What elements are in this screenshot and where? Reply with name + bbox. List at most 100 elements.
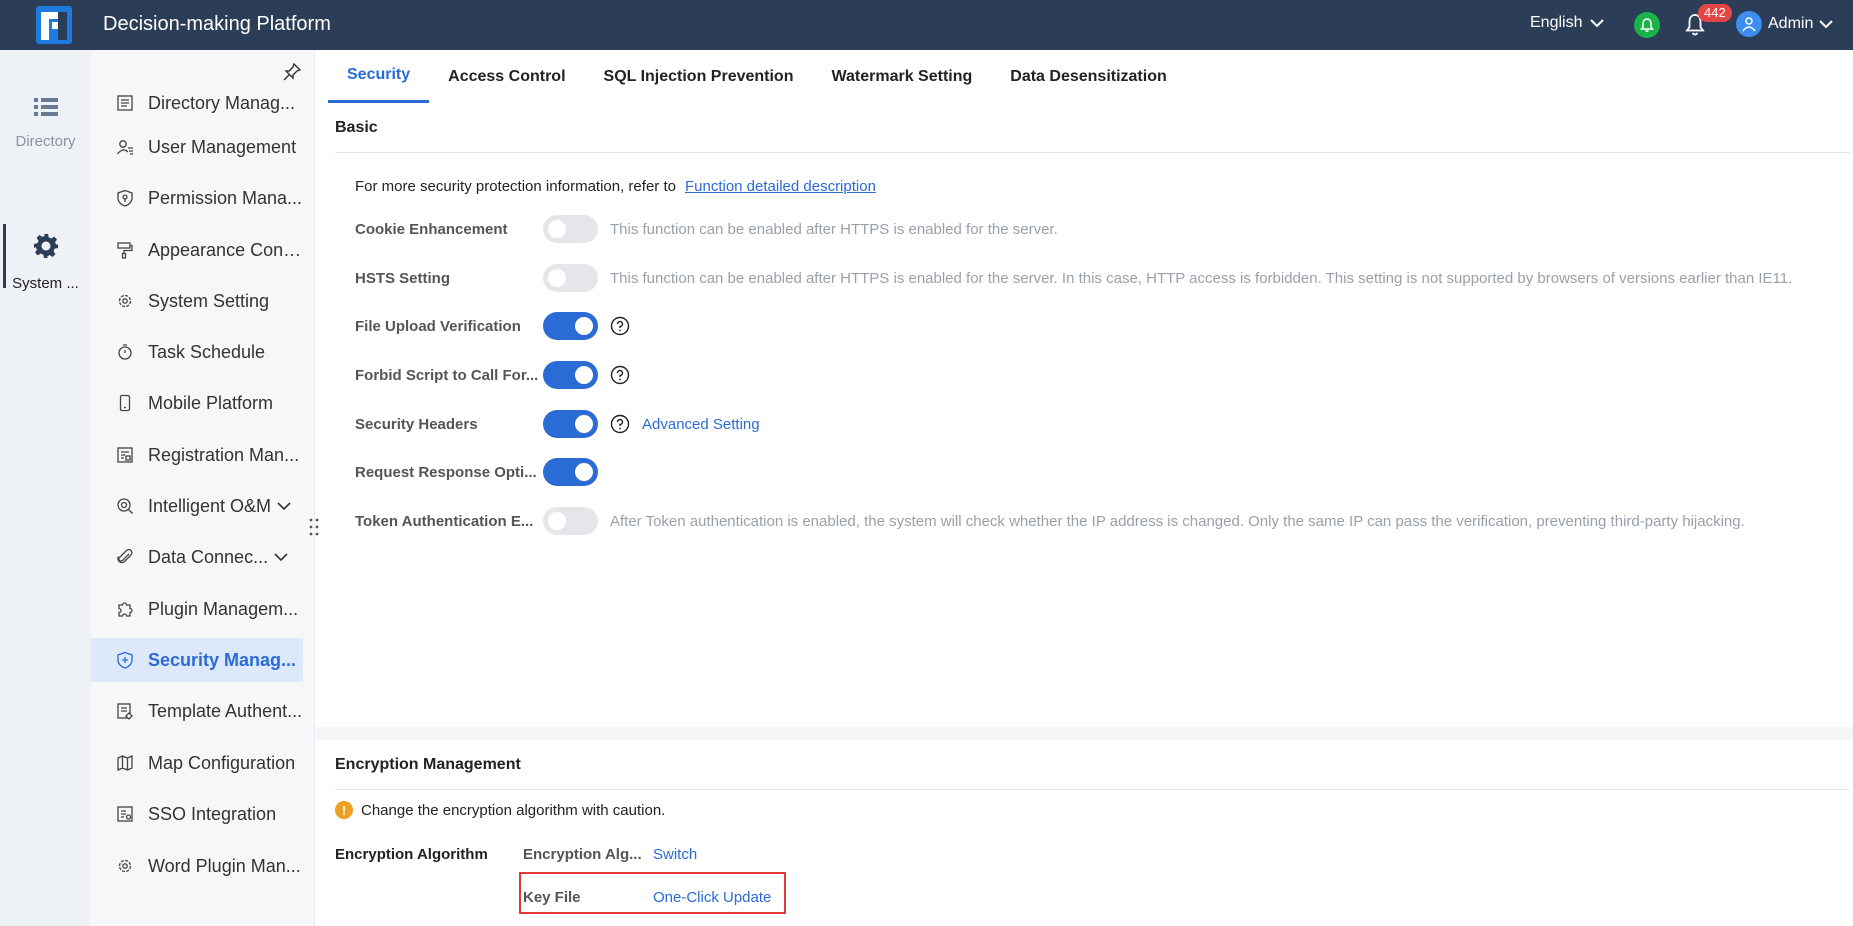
token-authentication-toggle[interactable] <box>543 507 598 535</box>
tab-data-desensitization[interactable]: Data Desensitization <box>991 50 1185 103</box>
sidebar-item-label: Task Schedule <box>148 341 266 362</box>
sidebar-item-label: Registration Man... <box>148 444 300 465</box>
language-selector[interactable]: English <box>1530 14 1605 32</box>
chevron-down-icon <box>277 501 291 510</box>
om-icon <box>117 498 133 514</box>
paperclip-icon <box>117 548 133 564</box>
sidebar-item-label: Security Manag... <box>148 649 297 670</box>
app-title: Decision-making Platform <box>103 13 331 35</box>
language-label: English <box>1530 14 1583 31</box>
sidebar-item-mobile-platform[interactable]: Mobile Platform <box>91 381 303 425</box>
sidebar-item-label: Mobile Platform <box>148 392 274 413</box>
gear-icon <box>118 294 132 308</box>
map-icon <box>117 754 133 772</box>
rail-item-directory[interactable]: Directory <box>0 96 91 150</box>
sidebar-item-label: Data Connec... <box>148 546 269 567</box>
sidebar-item-task-schedule[interactable]: Task Schedule <box>91 330 303 374</box>
bell-outline-icon <box>1640 18 1654 32</box>
user-name: Admin <box>1768 15 1814 32</box>
encryption-algorithm-label: Encryption Algorithm <box>335 846 488 863</box>
sidebar-item-appearance-configuration[interactable]: Appearance Conf... <box>91 228 303 272</box>
sidebar-item-plugin-management[interactable]: Plugin Managem... <box>91 587 303 631</box>
setting-row-cookie-enhancement: Cookie Enhancement This function can be … <box>355 214 1058 244</box>
avatar <box>1736 11 1762 37</box>
pin-icon[interactable] <box>282 62 302 82</box>
forbid-script-toggle[interactable] <box>543 361 598 389</box>
sidebar-item-word-plugin-management[interactable]: Word Plugin Man... <box>91 844 303 888</box>
sidebar-item-label: System Setting <box>148 290 270 311</box>
section-title-basic: Basic <box>335 119 378 136</box>
file-upload-verification-toggle[interactable] <box>543 312 598 340</box>
encryption-algorithm-row: Encryption Alg... Switch <box>523 846 697 863</box>
sidebar-item-intelligent-om[interactable]: Intelligent O&M <box>91 484 303 528</box>
puzzle-icon <box>118 602 133 617</box>
switch-link[interactable]: Switch <box>653 846 697 863</box>
setting-label: Forbid Script to Call For... <box>355 366 539 384</box>
section-separator <box>316 727 1853 740</box>
rail-item-system[interactable]: System ... <box>0 224 91 292</box>
setting-row-security-headers: Security Headers Advanced Setting <box>355 409 760 439</box>
sidebar-item-label: SSO Integration <box>148 803 277 824</box>
message-icon[interactable] <box>1634 12 1660 38</box>
setting-row-file-upload-verification: File Upload Verification <box>355 311 630 341</box>
user-menu[interactable]: Admin <box>1736 11 1834 37</box>
advanced-setting-link[interactable]: Advanced Setting <box>642 416 760 433</box>
setting-description: After Token authentication is enabled, t… <box>610 512 1745 530</box>
setting-description: This function can be enabled after HTTPS… <box>610 269 1793 287</box>
sso-icon <box>117 806 133 822</box>
help-circle-icon[interactable] <box>610 365 630 385</box>
setting-row-forbid-script: Forbid Script to Call For... <box>355 360 630 390</box>
setting-description: This function can be enabled after HTTPS… <box>610 220 1058 238</box>
security-info-line: For more security protection information… <box>355 178 876 195</box>
chevron-down-icon <box>1819 19 1834 28</box>
module-rail: Directory System ... <box>0 50 91 926</box>
sidebar-item-map-configuration[interactable]: Map Configuration <box>91 741 303 785</box>
list-icon <box>33 98 58 116</box>
sidebar-item-security-management[interactable]: Security Manag... <box>91 638 303 682</box>
template-icon <box>117 703 133 720</box>
setting-label: File Upload Verification <box>355 317 521 335</box>
sidebar-item-directory-management[interactable]: Directory Manag... <box>91 81 303 125</box>
security-headers-toggle[interactable] <box>543 410 598 438</box>
sidebar-item-template-authentication[interactable]: Template Authent... <box>91 689 303 733</box>
encryption-warning: ! Change the encryption algorithm with c… <box>335 801 665 819</box>
setting-label: Request Response Opti... <box>355 463 537 481</box>
sidebar-item-user-management[interactable]: User Management <box>91 125 303 169</box>
tab-watermark-setting[interactable]: Watermark Setting <box>812 50 991 103</box>
sidebar-item-data-connection[interactable]: Data Connec... <box>91 535 303 579</box>
setting-label: HSTS Setting <box>355 269 451 287</box>
request-response-toggle[interactable] <box>543 458 598 486</box>
user-icon <box>1742 17 1756 32</box>
tab-sql-injection-prevention[interactable]: SQL Injection Prevention <box>585 50 813 103</box>
gear-icon <box>118 859 132 873</box>
tab-access-control[interactable]: Access Control <box>429 50 584 103</box>
sidebar-item-label: Intelligent O&M <box>148 495 272 516</box>
sidebar-item-system-setting[interactable]: System Setting <box>91 279 303 323</box>
resize-handle-icon[interactable] <box>309 517 319 537</box>
management-sidebar: Directory Manag... User Management Permi… <box>91 50 319 926</box>
shield-plus-icon <box>117 651 133 669</box>
warning-text: Change the encryption algorithm with cau… <box>361 801 666 819</box>
hsts-setting-toggle[interactable] <box>543 264 598 292</box>
help-circle-icon[interactable] <box>610 316 630 336</box>
setting-label: Cookie Enhancement <box>355 220 508 238</box>
sidebar-item-registration-management[interactable]: Registration Man... <box>91 433 303 477</box>
sidebar-item-label: Template Authent... <box>148 700 303 721</box>
user-icon <box>116 140 133 155</box>
chevron-down-icon <box>274 552 288 561</box>
tab-security[interactable]: Security <box>328 50 430 103</box>
sidebar-item-permission-management[interactable]: Permission Mana... <box>91 176 303 220</box>
sidebar-item-label: Directory Manag... <box>148 92 296 113</box>
divider <box>335 152 1850 153</box>
sidebar-item-label: Permission Mana... <box>148 187 303 208</box>
sidebar-item-sso-integration[interactable]: SSO Integration <box>91 792 303 836</box>
document-icon <box>117 95 133 111</box>
help-circle-icon[interactable] <box>610 414 630 434</box>
tab-bar: Security Access Control SQL Injection Pr… <box>328 50 1186 103</box>
setting-row-token-authentication: Token Authentication E... After Token au… <box>355 506 1745 536</box>
function-description-link[interactable]: Function detailed description <box>685 178 876 195</box>
divider <box>335 789 1850 790</box>
registration-icon <box>117 447 133 463</box>
cookie-enhancement-toggle[interactable] <box>543 215 598 243</box>
section-title-encryption: Encryption Management <box>335 756 521 773</box>
